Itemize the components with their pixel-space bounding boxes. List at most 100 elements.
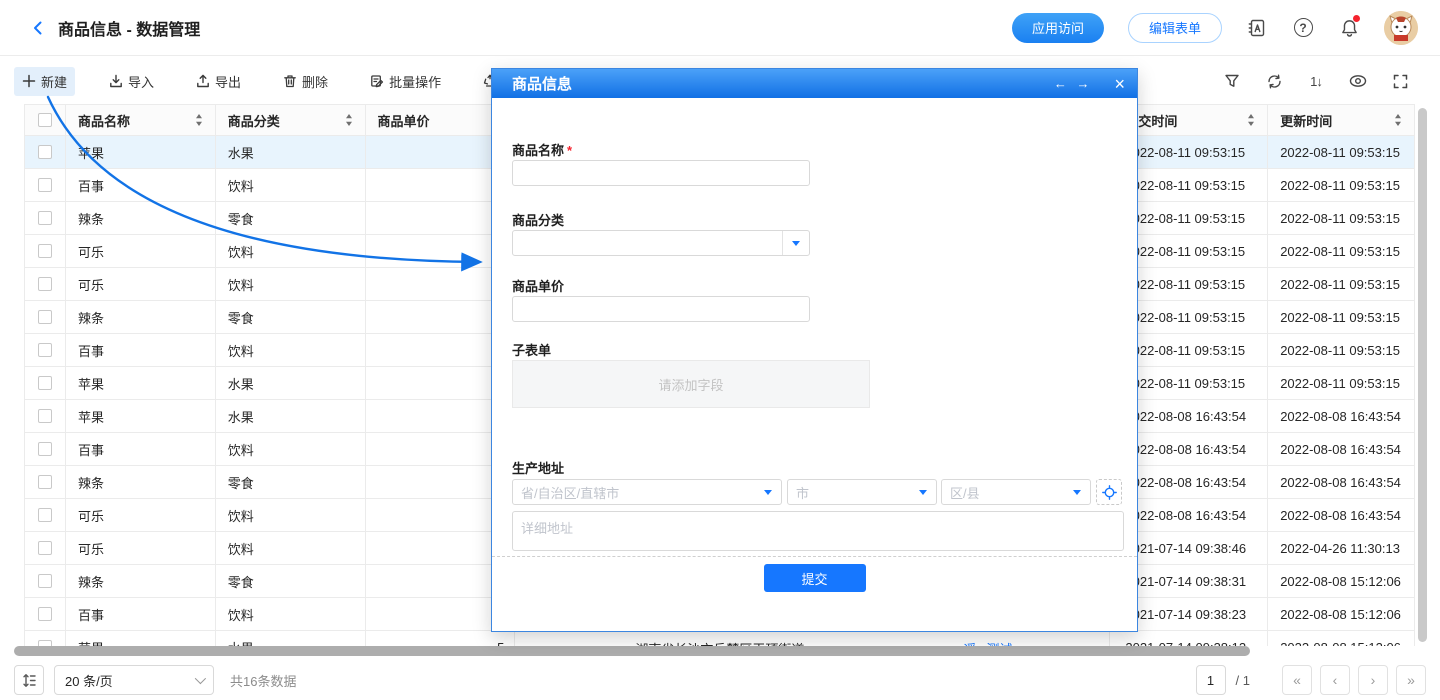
filter-icon[interactable] [1222,71,1242,91]
row-checkbox[interactable] [38,574,52,588]
expand-arrows-icon[interactable]: ← → [1054,76,1093,91]
sort-caret-icon[interactable] [1394,114,1402,126]
cell-product-category: 水果 [216,136,366,168]
field-label-subform: 子表单 [512,340,551,359]
cell-link[interactable]: 测试 [986,639,1012,646]
new-button[interactable]: 新建 [14,67,75,96]
select-all-checkbox[interactable] [38,113,52,127]
modal-header[interactable]: 商品信息 ← → × [492,69,1137,98]
notification-bell-icon[interactable] [1338,17,1360,39]
row-checkbox[interactable] [38,178,52,192]
detail-address-textarea[interactable] [512,511,1124,551]
chevron-down-icon [755,480,781,504]
modal-body: 商品名称* 商品分类 商品单价 子表单 请添加字段 生产地址 省/自治区/直辖市 [492,98,1137,632]
cell-product-name: 百事 [66,169,216,201]
cell-update-time: 2022-08-11 09:53:15 [1268,367,1414,399]
chevron-left-icon [30,20,46,36]
footer: 20 条/页 共16条数据 1 / 1 « ‹ › » [0,660,1440,700]
row-checkbox[interactable] [38,475,52,489]
cell-product-category: 饮料 [216,235,366,267]
refresh-icon[interactable] [1264,71,1284,91]
docs-icon[interactable] [1246,17,1268,39]
table-row[interactable]: 苹果 水果 5 湖南省长沙市岳麓区王顶街道遥测试 2021-07-14 09:3… [25,631,1414,646]
cell-product-name: 辣条 [66,466,216,498]
page-size-select[interactable]: 20 条/页 [54,665,214,695]
help-icon[interactable]: ? [1292,17,1314,39]
row-checkbox[interactable] [38,607,52,621]
locate-button[interactable] [1096,479,1122,505]
row-checkbox[interactable] [38,145,52,159]
export-button[interactable]: 导出 [188,67,249,96]
row-checkbox[interactable] [38,508,52,522]
cell-update-time: 2022-08-11 09:53:15 [1268,136,1414,168]
cell-product-name: 可乐 [66,499,216,531]
total-count: 共16条数据 [230,671,296,690]
province-select[interactable]: 省/自治区/直辖市 [512,479,782,505]
prev-page-button[interactable]: ‹ [1320,665,1350,695]
back-button[interactable] [30,20,46,36]
visibility-icon[interactable] [1348,71,1368,91]
cell-update-time: 2022-04-26 11:30:13 [1268,532,1414,564]
cell-product-name: 辣条 [66,301,216,333]
cell-product-category: 饮料 [216,532,366,564]
header-product-name[interactable]: 商品名称 [66,105,216,135]
row-checkbox[interactable] [38,409,52,423]
header-product-category[interactable]: 商品分类 [216,105,366,135]
last-page-button[interactable]: » [1396,665,1426,695]
fullscreen-icon[interactable] [1390,71,1410,91]
row-checkbox[interactable] [38,277,52,291]
export-icon [196,74,210,88]
notification-dot [1353,15,1360,22]
submit-button[interactable]: 提交 [764,564,866,592]
cell-product-category: 饮料 [216,334,366,366]
district-select[interactable]: 区/县 [941,479,1091,505]
app-access-button[interactable]: 应用访问 [1012,13,1104,43]
row-checkbox[interactable] [38,244,52,258]
current-page-box[interactable]: 1 [1196,665,1226,695]
cell-product-name: 百事 [66,334,216,366]
vertical-scrollbar[interactable] [1418,108,1427,642]
batch-operation-button[interactable]: 批量操作 [362,67,449,96]
first-page-button[interactable]: « [1282,665,1312,695]
page: 商品信息 - 数据管理 应用访问 编辑表单 ? [0,0,1440,700]
row-checkbox[interactable] [38,343,52,357]
sort-icon[interactable]: 1↓ [1306,71,1326,91]
row-checkbox[interactable] [38,376,52,390]
close-icon[interactable]: × [1114,75,1125,93]
row-height-button[interactable] [14,665,44,695]
cell-link[interactable]: 遥 [963,639,976,646]
sort-caret-icon[interactable] [1247,114,1255,126]
row-checkbox-cell [25,136,66,168]
product-name-input[interactable] [512,160,810,186]
cell-update-time: 2022-08-08 16:43:54 [1268,466,1414,498]
row-checkbox[interactable] [38,211,52,225]
cell-update-time: 2022-08-11 09:53:15 [1268,202,1414,234]
import-button[interactable]: 导入 [101,67,162,96]
header-update-time[interactable]: 更新时间 [1268,105,1414,135]
row-height-icon [22,673,37,688]
next-page-button[interactable]: › [1358,665,1388,695]
cell-product-name: 可乐 [66,235,216,267]
dashed-divider [492,556,1137,557]
avatar[interactable] [1384,11,1418,45]
row-checkbox[interactable] [38,541,52,555]
row-checkbox[interactable] [38,442,52,456]
sort-caret-icon[interactable] [195,114,203,126]
row-checkbox-cell [25,631,66,646]
row-checkbox-cell [25,367,66,399]
horizontal-scrollbar[interactable] [14,646,1250,656]
sort-caret-icon[interactable] [345,114,353,126]
edit-form-button[interactable]: 编辑表单 [1128,13,1222,43]
city-select[interactable]: 市 [787,479,937,505]
cell-update-time: 2022-08-08 16:43:54 [1268,499,1414,531]
cell-product-name: 百事 [66,433,216,465]
product-category-select[interactable] [512,230,810,256]
row-checkbox-cell [25,433,66,465]
pagination: 1 / 1 « ‹ › » [1196,665,1426,695]
row-checkbox[interactable] [38,310,52,324]
row-checkbox-cell [25,499,66,531]
delete-button[interactable]: 删除 [275,67,336,96]
subform-placeholder-box[interactable]: 请添加字段 [512,360,870,408]
product-price-input[interactable] [512,296,810,322]
chevron-down-icon [195,673,206,684]
